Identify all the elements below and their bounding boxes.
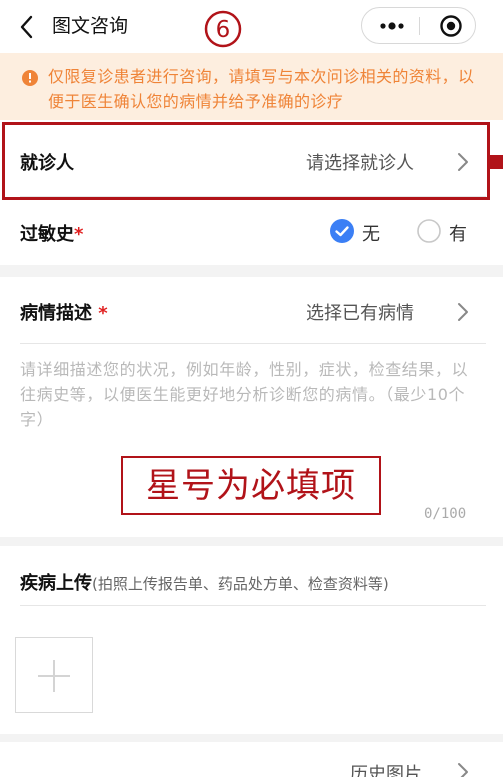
chevron-right-icon	[458, 763, 468, 777]
character-counter: 0/100	[424, 506, 467, 522]
upload-hint: (拍照上传报告单、药品处方单、检查资料等)	[92, 575, 389, 593]
close-target-icon[interactable]	[439, 14, 463, 38]
radio-checked-icon[interactable]	[330, 219, 354, 243]
condition-header-row: 病情描述 * 选择已有病情	[0, 277, 503, 343]
info-icon	[22, 70, 38, 86]
history-card	[0, 742, 503, 777]
annotation-highlight-box	[2, 122, 490, 200]
select-existing-condition-link[interactable]: 选择已有病情	[306, 299, 414, 325]
allergy-option-none[interactable]: 无	[362, 220, 380, 246]
row-divider	[20, 343, 486, 344]
step-number-badge: 6	[204, 10, 242, 48]
chevron-right-icon	[458, 303, 468, 321]
back-button[interactable]	[14, 12, 40, 42]
annotation-highlight-marker	[490, 155, 503, 169]
notice-banner: 仅限复诊患者进行咨询，请填写与本次问诊相关的资料，以便于医生确认您的病情并给予准…	[0, 53, 503, 120]
required-mark: *	[98, 303, 108, 324]
history-images-link[interactable]: 历史图片	[350, 760, 422, 777]
allergy-label: 过敏史*	[20, 224, 84, 245]
annotation-text: 星号为必填项	[146, 466, 356, 506]
nav-bar: 图文咨询 6	[0, 0, 503, 53]
notice-text: 仅限复诊患者进行咨询，请填写与本次问诊相关的资料，以便于医生确认您的病情并给予准…	[48, 67, 475, 111]
more-dots-icon[interactable]	[377, 17, 407, 35]
required-mark: *	[74, 224, 84, 245]
chevron-left-icon	[20, 15, 33, 39]
upload-label: 疾病上传(拍照上传报告单、药品处方单、检查资料等)	[20, 573, 389, 594]
allergy-option-yes[interactable]: 有	[449, 220, 467, 246]
add-image-button[interactable]	[15, 637, 93, 713]
condition-description-textarea[interactable]: 请详细描述您的状况，例如年龄，性别，症状，检查结果，以往病史等，以便医生能更好地…	[20, 357, 475, 432]
radio-unchecked-icon[interactable]	[417, 219, 441, 243]
mini-program-capsule	[361, 7, 476, 44]
plus-icon	[38, 660, 70, 692]
condition-label: 病情描述 *	[20, 303, 108, 324]
row-divider	[20, 605, 486, 606]
required-field-annotation: 星号为必填项	[121, 456, 381, 515]
svg-text:6: 6	[216, 17, 231, 43]
capsule-divider	[419, 17, 420, 35]
page-title: 图文咨询	[52, 15, 129, 37]
allergy-row: 过敏史* 无 有	[0, 202, 503, 262]
